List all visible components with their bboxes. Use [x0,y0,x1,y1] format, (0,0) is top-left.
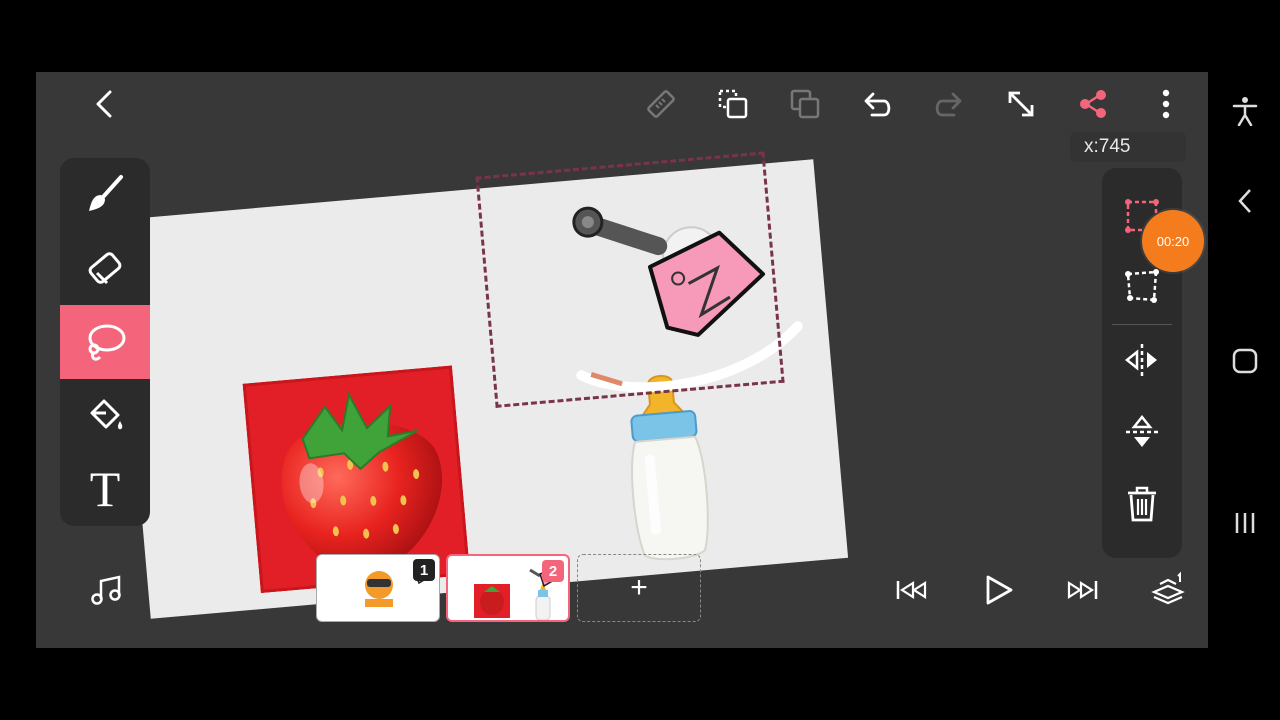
frame-thumbnail-2[interactable]: 2 [446,554,570,622]
skip-to-end-icon[interactable] [1062,570,1102,610]
flip-horizontal-icon[interactable] [1120,338,1164,382]
chevron-left-icon[interactable] [1228,184,1262,218]
system-navigation-bar [1208,0,1280,720]
tool-panel: T [60,158,150,526]
frame-number-1: 1 [413,559,435,581]
fill-tool[interactable] [60,379,150,453]
flip-vertical-icon[interactable] [1120,410,1164,454]
separator [1112,324,1172,325]
home-icon[interactable] [1228,344,1262,378]
coordinate-readout: x:745 [1070,132,1186,162]
flipaclip-editor: x:745 T 00:20 1 2 + [36,72,1208,648]
recent-apps-icon[interactable] [1228,506,1262,540]
more-vertical-icon[interactable] [1148,86,1184,122]
distort-icon[interactable] [1120,264,1164,308]
back-icon[interactable] [86,86,122,122]
fill-bucket-icon [90,399,123,430]
lasso-tool[interactable] [60,305,150,379]
text-icon: T [89,461,121,517]
skip-to-start-icon[interactable] [892,570,932,610]
recording-timer[interactable]: 00:20 [1142,210,1204,272]
onion-skin-icon[interactable] [1146,568,1190,612]
accessibility-icon[interactable] [1228,94,1262,128]
play-icon[interactable] [976,568,1020,612]
music-icon[interactable] [86,570,126,610]
share-icon[interactable] [1074,86,1112,122]
brush-tool[interactable] [60,158,150,232]
lasso-selection[interactable] [475,151,785,408]
frame-thumbnail-1[interactable]: 1 [316,554,440,622]
add-frame-button[interactable]: + [577,554,701,622]
eraser-tool[interactable] [60,232,150,306]
trash-icon[interactable] [1120,482,1164,526]
eraser-icon [88,252,122,285]
undo-icon[interactable] [858,86,896,122]
copy-icon[interactable] [786,86,824,122]
lasso-icon [88,324,126,361]
resize-icon[interactable] [1002,86,1040,122]
drawing-canvas[interactable] [115,151,849,619]
frame-number-2: 2 [542,560,564,582]
redo-icon[interactable] [930,86,968,122]
ruler-icon[interactable] [642,86,680,122]
brush-icon [89,175,123,211]
duplicate-icon[interactable] [714,86,752,122]
text-tool[interactable]: T [60,452,150,526]
